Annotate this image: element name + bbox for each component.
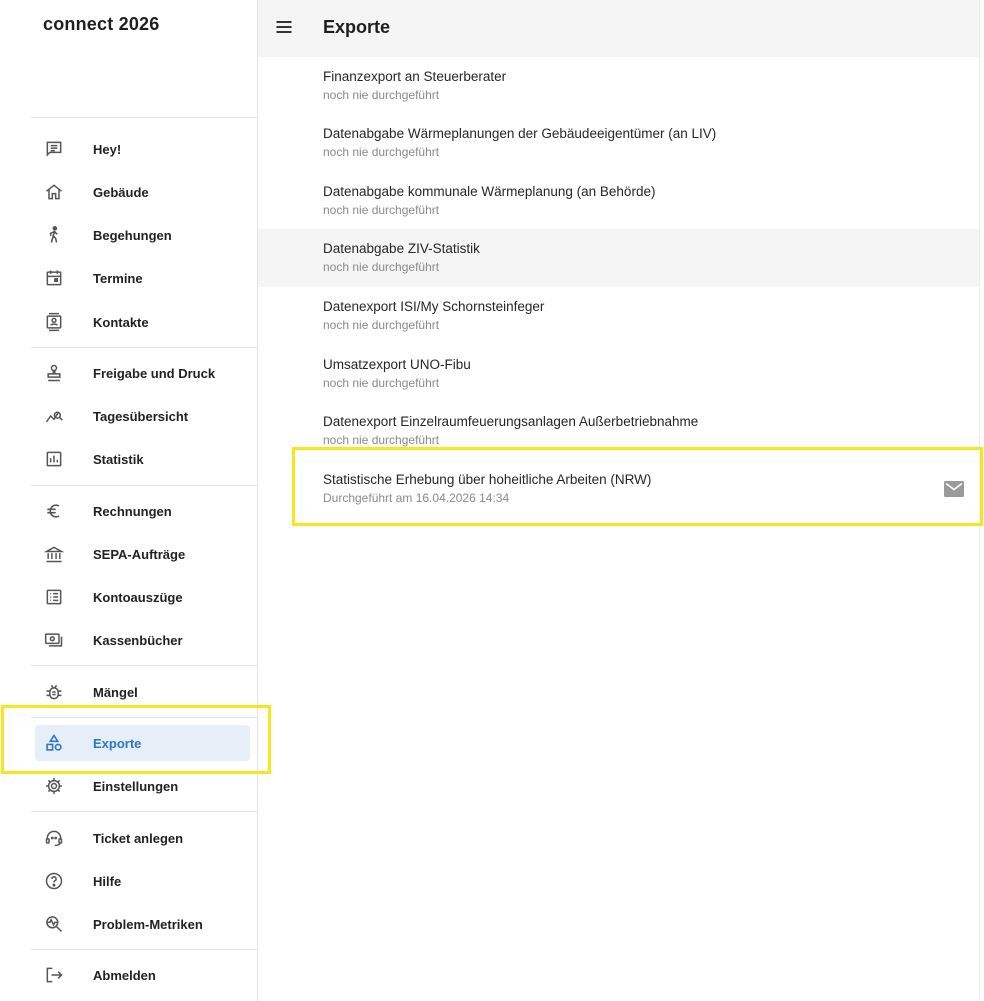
category-icon [44, 733, 64, 753]
export-title: Umsatzexport UNO-Fibu [323, 357, 471, 372]
page-title: Exporte [323, 17, 391, 37]
cash-icon [44, 630, 64, 650]
walk-icon [44, 225, 64, 245]
sidebar-divider [31, 117, 257, 118]
export-title: Datenabgabe kommunale Wärmeplanung (an B… [323, 184, 656, 199]
sidebar-item-label: Abmelden [93, 967, 156, 983]
list-icon [44, 587, 64, 607]
settings-icon [44, 776, 64, 796]
message-icon [44, 139, 64, 159]
stamp-icon [44, 363, 64, 383]
export-item[interactable]: Umsatzexport UNO-Fibu noch nie durchgefü… [258, 345, 979, 403]
euro-icon [44, 501, 64, 521]
sidebar-item-label: Hilfe [93, 873, 122, 889]
sidebar-item-maengel[interactable]: Mängel [35, 674, 250, 710]
export-item[interactable]: Datenexport Einzelraumfeuerungsanlagen A… [258, 402, 979, 460]
export-item[interactable]: Finanzexport an Steuerberater noch nie d… [258, 57, 979, 115]
sidebar-divider [31, 665, 257, 666]
sidebar-item-hilfe[interactable]: Hilfe [35, 863, 250, 899]
sidebar-item-label: Gebäude [93, 184, 149, 200]
sidebar-item-tagesuebersicht[interactable]: Tagesübersicht [35, 398, 250, 434]
bug-icon [44, 682, 64, 702]
help-icon [44, 871, 64, 891]
export-status: noch nie durchgeführt [323, 376, 440, 390]
sidebar-divider [31, 347, 257, 348]
sidebar-item-rechnungen[interactable]: Rechnungen [35, 493, 250, 529]
sidebar-item-label: Kontoauszüge [93, 589, 183, 605]
calendar-icon [44, 268, 64, 288]
export-title: Datenabgabe Wärmeplanungen der Gebäudeei… [323, 126, 717, 141]
sidebar-item-exporte[interactable]: Exporte [35, 725, 250, 761]
menu-icon[interactable] [274, 17, 294, 37]
sidebar-item-label: Hey! [93, 141, 122, 157]
sidebar-item-kontakte[interactable]: Kontakte [35, 304, 250, 340]
export-item[interactable]: Statistische Erhebung über hoheitliche A… [258, 460, 979, 518]
home-icon [44, 182, 64, 202]
export-status: noch nie durchgeführt [323, 203, 440, 217]
sidebar-item-sepa-auftraege[interactable]: SEPA-Aufträge [35, 536, 250, 572]
top-bar: Exporte [258, 0, 980, 57]
export-title: Datenexport ISI/My Schornsteinfeger [323, 299, 545, 314]
sidebar-item-label: Ticket anlegen [93, 830, 184, 846]
window-edge [979, 0, 980, 1001]
export-status: noch nie durchgeführt [323, 433, 440, 447]
sidebar-item-label: Freigabe und Druck [93, 365, 216, 381]
bank-icon [44, 544, 64, 564]
sidebar-item-label: Termine [93, 270, 143, 286]
bar-chart-icon [44, 449, 64, 469]
export-status: noch nie durchgeführt [323, 145, 440, 159]
sidebar-item-label: Kontakte [93, 314, 149, 330]
logout-icon [44, 965, 64, 985]
sidebar-divider [31, 485, 257, 486]
export-item[interactable]: Datenabgabe Wärmeplanungen der Gebäudeei… [258, 114, 979, 172]
mail-icon[interactable] [944, 481, 964, 497]
export-status: noch nie durchgeführt [323, 318, 440, 332]
sidebar-item-kassenbuecher[interactable]: Kassenbücher [35, 622, 250, 658]
sidebar-item-label: Mängel [93, 684, 138, 700]
sidebar-item-einstellungen[interactable]: Einstellungen [35, 768, 250, 804]
export-item[interactable]: Datenexport ISI/My Schornsteinfeger noch… [258, 287, 979, 345]
sidebar-item-label: Einstellungen [93, 778, 179, 794]
export-item[interactable]: Datenabgabe kommunale Wärmeplanung (an B… [258, 172, 979, 230]
sidebar-item-hey[interactable]: Hey! [35, 131, 250, 167]
export-item[interactable]: Datenabgabe ZIV-Statistik noch nie durch… [258, 229, 979, 287]
sidebar-item-kontoauszuege[interactable]: Kontoauszüge [35, 579, 250, 615]
sidebar: connect 2026 Hey! Gebäude Begehungen Ter… [0, 0, 258, 1001]
sidebar-item-begehungen[interactable]: Begehungen [35, 217, 250, 253]
sidebar-item-label: Tagesübersicht [93, 408, 189, 424]
sidebar-divider [31, 717, 257, 718]
sidebar-item-label: SEPA-Aufträge [93, 546, 186, 562]
export-status: noch nie durchgeführt [323, 260, 440, 274]
sidebar-item-ticket-anlegen[interactable]: Ticket anlegen [35, 820, 250, 856]
sidebar-item-statistik[interactable]: Statistik [35, 441, 250, 477]
sidebar-item-termine[interactable]: Termine [35, 260, 250, 296]
app-brand: connect 2026 [43, 14, 160, 34]
sidebar-item-label: Problem-Metriken [93, 916, 203, 932]
sidebar-item-label: Rechnungen [93, 503, 172, 519]
app-window: connect 2026 Hey! Gebäude Begehungen Ter… [0, 0, 984, 1001]
troubleshoot-icon [44, 914, 64, 934]
export-status: noch nie durchgeführt [323, 88, 440, 102]
contacts-icon [44, 312, 64, 332]
sidebar-item-abmelden[interactable]: Abmelden [35, 957, 250, 993]
sidebar-divider [31, 949, 257, 950]
export-title: Datenexport Einzelraumfeuerungsanlagen A… [323, 414, 699, 429]
sidebar-item-label: Exporte [93, 735, 142, 751]
sidebar-item-freigabe-und-druck[interactable]: Freigabe und Druck [35, 355, 250, 391]
sidebar-divider [31, 811, 257, 812]
export-title: Finanzexport an Steuerberater [323, 69, 507, 84]
query-stats-icon [44, 406, 64, 426]
sidebar-item-label: Statistik [93, 451, 144, 467]
export-status: Durchgeführt am 16.04.2026 14:34 [323, 491, 510, 505]
sidebar-item-problem-metriken[interactable]: Problem-Metriken [35, 906, 250, 942]
sidebar-item-label: Begehungen [93, 227, 172, 243]
sidebar-item-label: Kassenbücher [93, 632, 183, 648]
export-title: Statistische Erhebung über hoheitliche A… [323, 472, 652, 487]
sidebar-item-gebaeude[interactable]: Gebäude [35, 174, 250, 210]
export-title: Datenabgabe ZIV-Statistik [323, 241, 480, 256]
support-agent-icon [44, 828, 64, 848]
